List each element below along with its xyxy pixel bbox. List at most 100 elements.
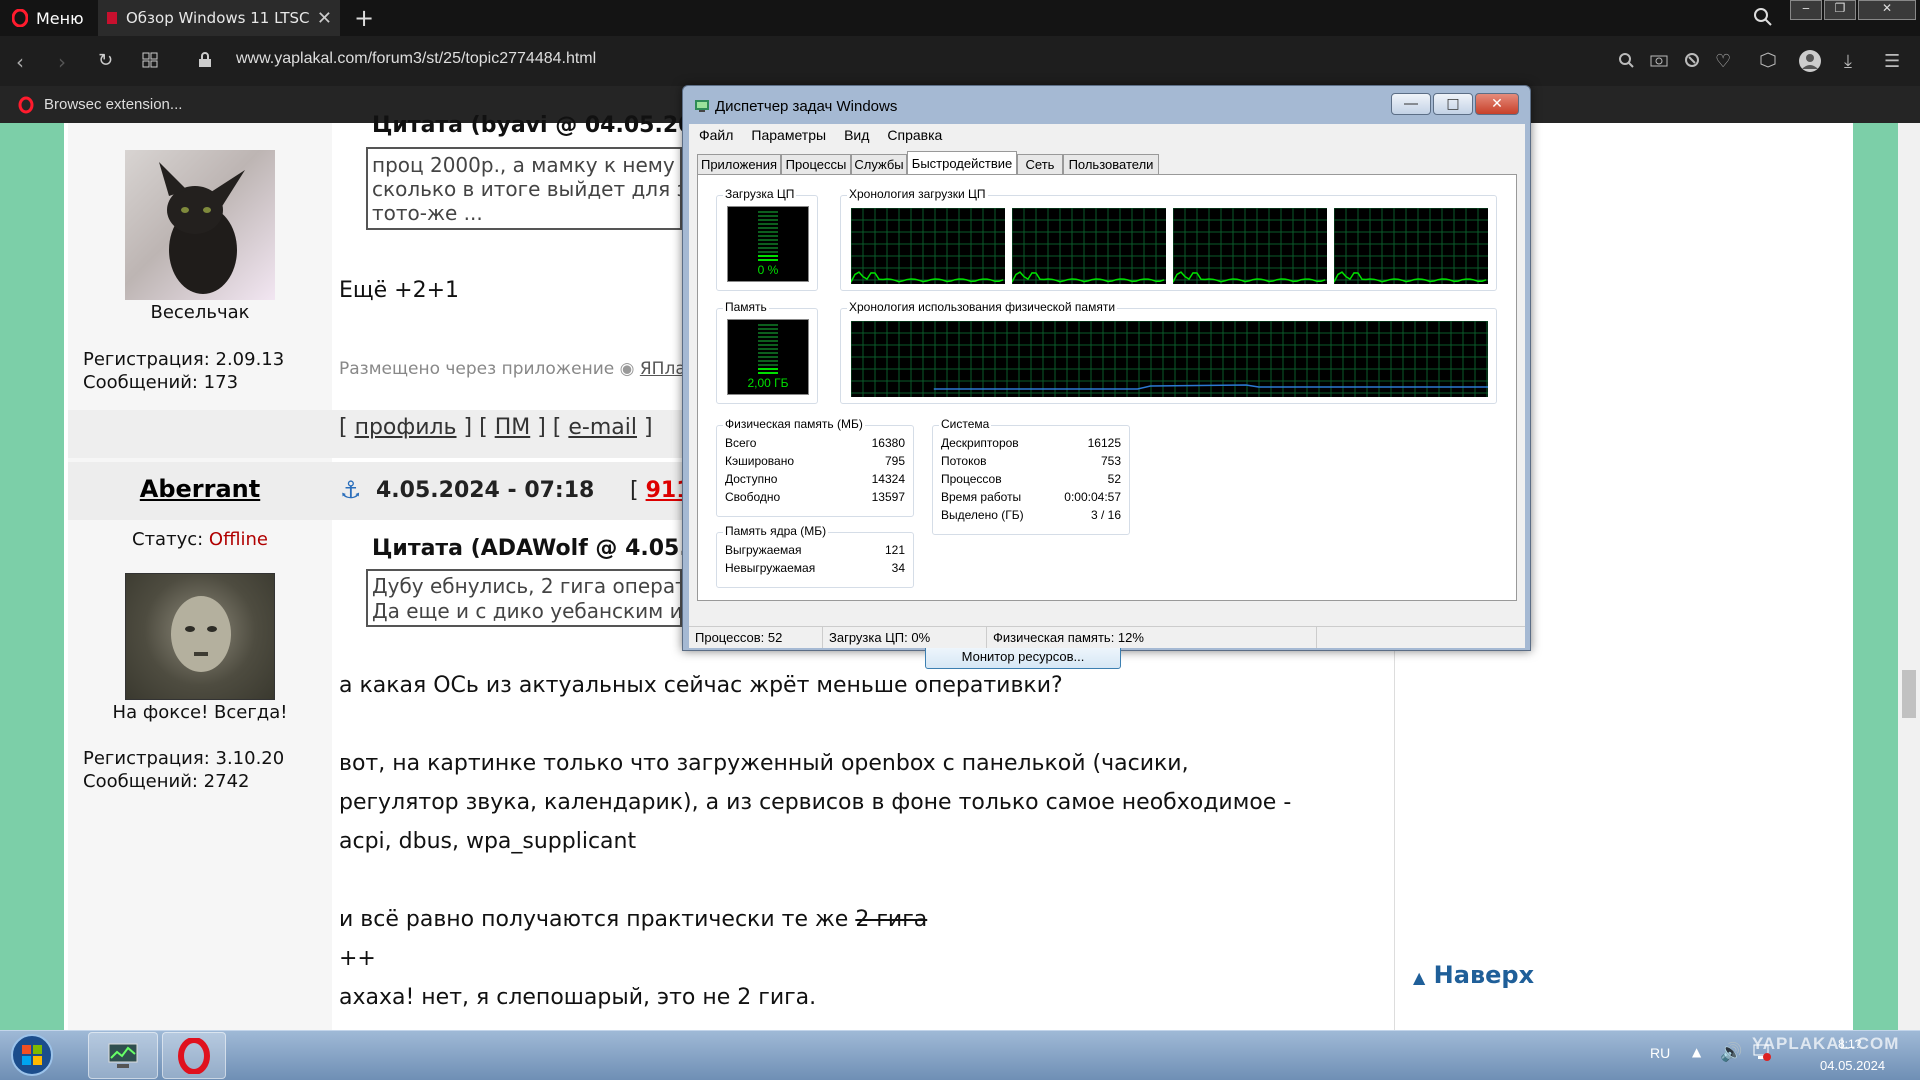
android-icon: ◉ bbox=[619, 359, 635, 379]
tab-processes[interactable]: Процессы bbox=[781, 154, 851, 174]
stat-row: Невыгружаемая 34 bbox=[725, 559, 905, 577]
language-indicator[interactable]: RU bbox=[1650, 1045, 1670, 1061]
tm-menu-view[interactable]: Вид bbox=[844, 127, 869, 143]
url-text[interactable]: www.yaplakal.com/forum3/st/25/topic27744… bbox=[236, 50, 596, 68]
cpu-value: 0 % bbox=[757, 263, 779, 277]
app-link[interactable]: ЯПла bbox=[640, 359, 682, 379]
volume-icon[interactable]: 🔊 bbox=[1720, 1042, 1742, 1063]
camera-icon[interactable] bbox=[1650, 53, 1668, 67]
tab-services[interactable]: Службы bbox=[851, 154, 907, 174]
easy-setup-icon[interactable]: ☰ bbox=[1884, 51, 1900, 72]
tm-status-bar: Процессов: 52 Загрузка ЦП: 0% Физическая… bbox=[689, 626, 1525, 648]
posted-via: Размещено через приложение ◉ ЯПла bbox=[339, 359, 682, 379]
username-link[interactable]: Aberrant bbox=[68, 475, 332, 503]
rating-box: [ 911 bbox=[630, 478, 682, 503]
back-icon[interactable]: ‹ bbox=[16, 50, 24, 74]
post-body-line: регулятор звука, календарик), а из серви… bbox=[339, 790, 1292, 815]
reload-icon[interactable]: ↻ bbox=[98, 50, 113, 71]
stat-key: Кэшировано bbox=[725, 454, 795, 468]
new-tab-button[interactable]: + bbox=[346, 0, 382, 36]
cpu-history-graph bbox=[1334, 208, 1488, 284]
task-manager-app-icon bbox=[107, 1042, 139, 1070]
memory-meter: 2,00 ГБ bbox=[727, 319, 809, 395]
quote-author: Цитата (byavi @ 04.05.20 bbox=[372, 113, 682, 138]
browser-tab-active[interactable]: Обзор Windows 11 LTSC – ✕ bbox=[98, 0, 340, 36]
stat-key: Свободно bbox=[725, 490, 781, 504]
tm-menu-help[interactable]: Справка bbox=[887, 127, 942, 143]
system-title: Система bbox=[939, 417, 992, 431]
post-date: 4.05.2024 - 07:18 bbox=[376, 478, 595, 503]
window-maximize-button[interactable]: ❐ bbox=[1824, 0, 1856, 20]
email-link[interactable]: e-mail bbox=[568, 415, 637, 440]
cpu-usage-title: Загрузка ЦП bbox=[723, 187, 797, 201]
tray-arrow-icon[interactable]: ▲ bbox=[1692, 1045, 1701, 1059]
quote-box: Дубу ебнулись, 2 гига операт Да еще и с … bbox=[366, 569, 682, 627]
stat-value: 3 / 16 bbox=[1090, 508, 1121, 522]
physical-memory-group: Физическая память (МБ) Всего 16380 Кэширо… bbox=[716, 417, 914, 517]
start-button-icon[interactable] bbox=[10, 1033, 54, 1077]
tab-applications[interactable]: Приложения bbox=[697, 154, 781, 174]
tm-menu-options[interactable]: Параметры bbox=[751, 127, 826, 143]
tm-menu-file[interactable]: Файл bbox=[699, 127, 733, 143]
stat-key: Процессов bbox=[941, 472, 1002, 486]
memory-history-group: Хронология использования физической памя… bbox=[840, 300, 1497, 404]
cube-icon[interactable] bbox=[1760, 52, 1776, 68]
adblock-icon[interactable] bbox=[1684, 52, 1700, 68]
cpu-usage-group: Загрузка ЦП 0 % bbox=[716, 187, 818, 291]
stat-value: 795 bbox=[884, 454, 905, 468]
page-scrollbar[interactable] bbox=[1898, 123, 1920, 1030]
quote-author: Цитата (ADAWolf @ 4.05.2 bbox=[372, 536, 682, 561]
tab-close-icon[interactable]: ✕ bbox=[317, 8, 332, 29]
stat-row: Всего 16380 bbox=[725, 434, 905, 452]
taskbar-app-task-manager[interactable] bbox=[88, 1032, 158, 1079]
cpu-history-group: Хронология загрузки ЦП bbox=[840, 187, 1497, 291]
tab-network[interactable]: Сеть bbox=[1017, 154, 1063, 174]
status-cpu: Загрузка ЦП: 0% bbox=[823, 627, 987, 648]
rating-value[interactable]: 911 bbox=[646, 478, 682, 503]
tm-close-button[interactable]: ✕ bbox=[1475, 93, 1519, 115]
opera-logo-icon bbox=[12, 9, 28, 27]
anchor-icon[interactable]: ⚓ bbox=[340, 476, 362, 504]
zoom-icon[interactable] bbox=[1618, 52, 1634, 68]
memory-group: Память 2,00 ГБ bbox=[716, 300, 818, 404]
stat-value: 121 bbox=[884, 543, 905, 557]
avatar-icon[interactable] bbox=[1798, 49, 1822, 73]
memory-title: Память bbox=[723, 300, 769, 314]
profile-link[interactable]: профиль bbox=[355, 415, 457, 440]
quote-line: проц 2000р., а мамку к нему bbox=[372, 153, 675, 177]
forward-icon[interactable]: › bbox=[58, 50, 66, 74]
stat-row: Процессов 52 bbox=[941, 470, 1121, 488]
to-top-link[interactable]: ▲ Наверх bbox=[1413, 961, 1534, 989]
clock-date[interactable]: 04.05.2024 bbox=[1820, 1058, 1885, 1073]
posted-via-text: Размещено через приложение bbox=[339, 359, 615, 379]
status-processes: Процессов: 52 bbox=[689, 627, 823, 648]
opera-menu-button[interactable]: Меню bbox=[0, 0, 92, 36]
tm-maximize-button[interactable]: □ bbox=[1433, 93, 1473, 115]
message-count: Сообщений: 173 bbox=[83, 372, 239, 393]
window-minimize-button[interactable]: ‒ bbox=[1790, 0, 1822, 20]
tab-performance[interactable]: Быстродействие bbox=[907, 151, 1017, 175]
heart-icon[interactable]: ♡ bbox=[1715, 51, 1731, 72]
download-icon[interactable]: ⤓ bbox=[1844, 51, 1852, 72]
stat-value: 753 bbox=[1100, 454, 1121, 468]
scrollbar-thumb[interactable] bbox=[1902, 670, 1916, 718]
window-close-button[interactable]: ✕ bbox=[1858, 0, 1916, 20]
post-actions: [ профиль ] [ ПМ ] [ e-mail ] bbox=[339, 415, 653, 440]
speed-dial-icon[interactable] bbox=[142, 52, 158, 68]
pm-link[interactable]: ПМ bbox=[495, 415, 531, 440]
extension-label[interactable]: Browsec extension... bbox=[44, 96, 182, 113]
stat-key: Потоков bbox=[941, 454, 987, 468]
post-body-line: ахаха! нет, я слепошарый, это не 2 гига. bbox=[339, 985, 817, 1010]
stat-row: Кэшировано 795 bbox=[725, 452, 905, 470]
tab-users[interactable]: Пользователи bbox=[1063, 154, 1159, 174]
stat-value: 16380 bbox=[871, 436, 905, 450]
tm-minimize-button[interactable]: ― bbox=[1391, 93, 1431, 115]
windows-taskbar: RU ▲ 🔊 8:1? 04.05.2024 YAPLAKAL.COM bbox=[0, 1030, 1920, 1080]
quote-line: тото-же ... bbox=[372, 201, 483, 225]
task-manager-title: Диспетчер задач Windows bbox=[715, 98, 898, 115]
lock-icon bbox=[198, 52, 212, 68]
up-arrow-icon: ▲ bbox=[1413, 968, 1426, 987]
taskbar-app-opera[interactable] bbox=[162, 1032, 226, 1079]
search-tabs-icon[interactable] bbox=[1752, 6, 1774, 28]
menu-label: Меню bbox=[36, 8, 84, 28]
